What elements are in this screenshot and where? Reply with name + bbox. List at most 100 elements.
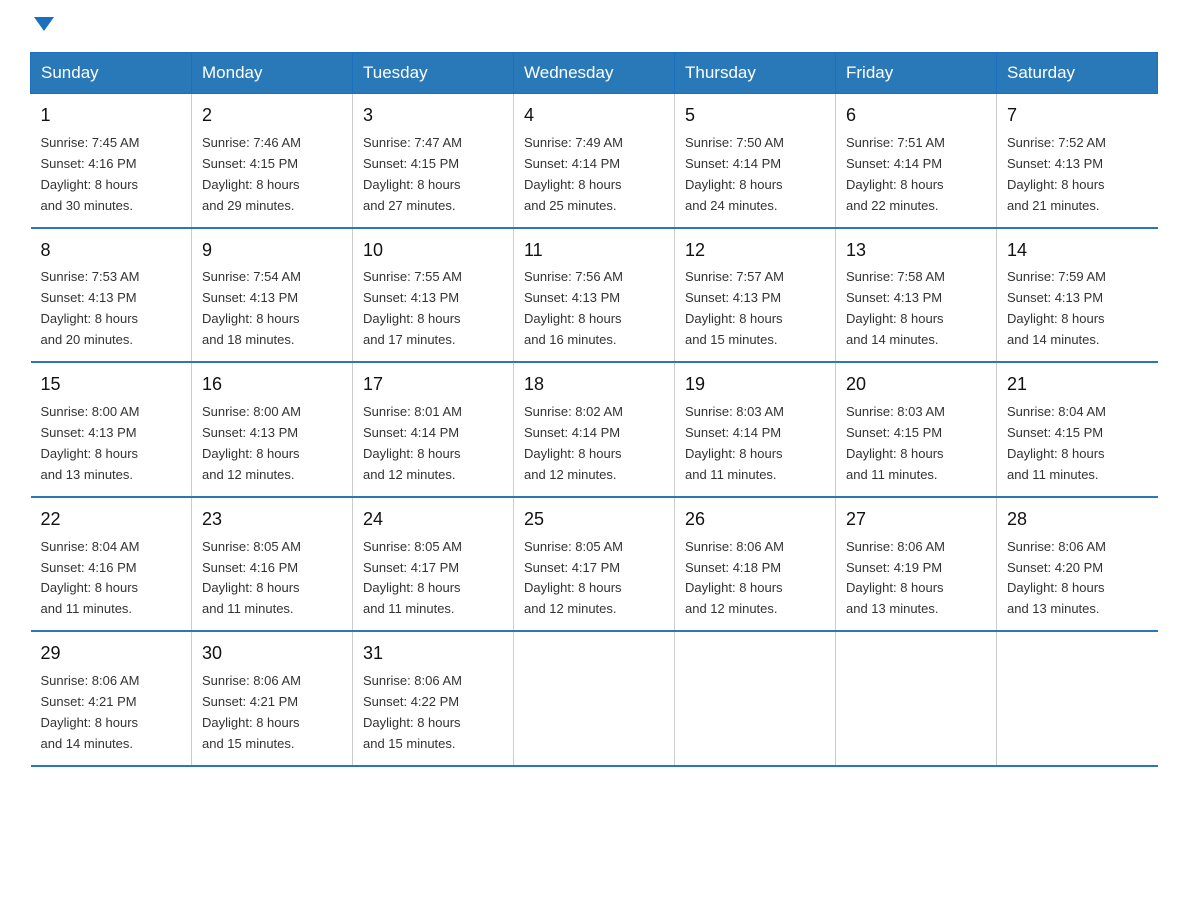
calendar-cell: 23 Sunrise: 8:05 AMSunset: 4:16 PMDaylig… <box>192 497 353 632</box>
calendar-cell: 27 Sunrise: 8:06 AMSunset: 4:19 PMDaylig… <box>836 497 997 632</box>
calendar-week-2: 8 Sunrise: 7:53 AMSunset: 4:13 PMDayligh… <box>31 228 1158 363</box>
day-info: Sunrise: 8:02 AMSunset: 4:14 PMDaylight:… <box>524 404 623 482</box>
calendar-cell: 31 Sunrise: 8:06 AMSunset: 4:22 PMDaylig… <box>353 631 514 766</box>
day-number: 26 <box>685 506 825 534</box>
day-number: 27 <box>846 506 986 534</box>
calendar-cell: 22 Sunrise: 8:04 AMSunset: 4:16 PMDaylig… <box>31 497 192 632</box>
day-info: Sunrise: 7:45 AMSunset: 4:16 PMDaylight:… <box>41 135 140 213</box>
day-info: Sunrise: 7:55 AMSunset: 4:13 PMDaylight:… <box>363 269 462 347</box>
day-number: 4 <box>524 102 664 130</box>
calendar-cell: 20 Sunrise: 8:03 AMSunset: 4:15 PMDaylig… <box>836 362 997 497</box>
day-number: 8 <box>41 237 182 265</box>
day-number: 23 <box>202 506 342 534</box>
calendar-cell: 16 Sunrise: 8:00 AMSunset: 4:13 PMDaylig… <box>192 362 353 497</box>
calendar-cell: 14 Sunrise: 7:59 AMSunset: 4:13 PMDaylig… <box>997 228 1158 363</box>
day-number: 1 <box>41 102 182 130</box>
col-tuesday: Tuesday <box>353 53 514 94</box>
calendar-header: Sunday Monday Tuesday Wednesday Thursday… <box>31 53 1158 94</box>
day-info: Sunrise: 8:06 AMSunset: 4:21 PMDaylight:… <box>41 673 140 751</box>
day-number: 11 <box>524 237 664 265</box>
day-number: 19 <box>685 371 825 399</box>
day-info: Sunrise: 8:05 AMSunset: 4:17 PMDaylight:… <box>363 539 462 617</box>
calendar-cell: 18 Sunrise: 8:02 AMSunset: 4:14 PMDaylig… <box>514 362 675 497</box>
day-info: Sunrise: 8:00 AMSunset: 4:13 PMDaylight:… <box>41 404 140 482</box>
day-info: Sunrise: 7:58 AMSunset: 4:13 PMDaylight:… <box>846 269 945 347</box>
day-info: Sunrise: 8:06 AMSunset: 4:19 PMDaylight:… <box>846 539 945 617</box>
calendar-cell: 29 Sunrise: 8:06 AMSunset: 4:21 PMDaylig… <box>31 631 192 766</box>
day-info: Sunrise: 8:03 AMSunset: 4:15 PMDaylight:… <box>846 404 945 482</box>
calendar-cell: 21 Sunrise: 8:04 AMSunset: 4:15 PMDaylig… <box>997 362 1158 497</box>
day-info: Sunrise: 7:53 AMSunset: 4:13 PMDaylight:… <box>41 269 140 347</box>
day-info: Sunrise: 7:56 AMSunset: 4:13 PMDaylight:… <box>524 269 623 347</box>
calendar-cell: 9 Sunrise: 7:54 AMSunset: 4:13 PMDayligh… <box>192 228 353 363</box>
day-number: 7 <box>1007 102 1148 130</box>
day-info: Sunrise: 8:06 AMSunset: 4:21 PMDaylight:… <box>202 673 301 751</box>
calendar-cell: 5 Sunrise: 7:50 AMSunset: 4:14 PMDayligh… <box>675 94 836 228</box>
day-number: 17 <box>363 371 503 399</box>
calendar-cell <box>836 631 997 766</box>
day-number: 14 <box>1007 237 1148 265</box>
day-number: 15 <box>41 371 182 399</box>
day-number: 25 <box>524 506 664 534</box>
col-saturday: Saturday <box>997 53 1158 94</box>
calendar-cell: 8 Sunrise: 7:53 AMSunset: 4:13 PMDayligh… <box>31 228 192 363</box>
day-info: Sunrise: 8:06 AMSunset: 4:20 PMDaylight:… <box>1007 539 1106 617</box>
calendar-cell: 6 Sunrise: 7:51 AMSunset: 4:14 PMDayligh… <box>836 94 997 228</box>
calendar-cell <box>997 631 1158 766</box>
day-number: 30 <box>202 640 342 668</box>
calendar-cell: 7 Sunrise: 7:52 AMSunset: 4:13 PMDayligh… <box>997 94 1158 228</box>
calendar-body: 1 Sunrise: 7:45 AMSunset: 4:16 PMDayligh… <box>31 94 1158 766</box>
calendar-cell <box>675 631 836 766</box>
day-info: Sunrise: 8:05 AMSunset: 4:16 PMDaylight:… <box>202 539 301 617</box>
calendar-cell <box>514 631 675 766</box>
page-header <box>30 20 1158 34</box>
day-number: 18 <box>524 371 664 399</box>
day-info: Sunrise: 8:06 AMSunset: 4:18 PMDaylight:… <box>685 539 784 617</box>
day-number: 22 <box>41 506 182 534</box>
day-info: Sunrise: 8:01 AMSunset: 4:14 PMDaylight:… <box>363 404 462 482</box>
day-info: Sunrise: 8:03 AMSunset: 4:14 PMDaylight:… <box>685 404 784 482</box>
day-info: Sunrise: 7:50 AMSunset: 4:14 PMDaylight:… <box>685 135 784 213</box>
day-info: Sunrise: 8:04 AMSunset: 4:16 PMDaylight:… <box>41 539 140 617</box>
calendar-cell: 17 Sunrise: 8:01 AMSunset: 4:14 PMDaylig… <box>353 362 514 497</box>
calendar-cell: 2 Sunrise: 7:46 AMSunset: 4:15 PMDayligh… <box>192 94 353 228</box>
day-info: Sunrise: 8:06 AMSunset: 4:22 PMDaylight:… <box>363 673 462 751</box>
day-number: 29 <box>41 640 182 668</box>
day-info: Sunrise: 7:46 AMSunset: 4:15 PMDaylight:… <box>202 135 301 213</box>
col-friday: Friday <box>836 53 997 94</box>
logo-top-row <box>30 20 54 34</box>
day-number: 5 <box>685 102 825 130</box>
calendar-table: Sunday Monday Tuesday Wednesday Thursday… <box>30 52 1158 767</box>
col-thursday: Thursday <box>675 53 836 94</box>
day-info: Sunrise: 7:49 AMSunset: 4:14 PMDaylight:… <box>524 135 623 213</box>
calendar-cell: 3 Sunrise: 7:47 AMSunset: 4:15 PMDayligh… <box>353 94 514 228</box>
day-number: 20 <box>846 371 986 399</box>
header-row: Sunday Monday Tuesday Wednesday Thursday… <box>31 53 1158 94</box>
logo <box>30 20 54 34</box>
day-number: 31 <box>363 640 503 668</box>
day-number: 24 <box>363 506 503 534</box>
calendar-week-3: 15 Sunrise: 8:00 AMSunset: 4:13 PMDaylig… <box>31 362 1158 497</box>
day-number: 13 <box>846 237 986 265</box>
day-number: 3 <box>363 102 503 130</box>
calendar-cell: 24 Sunrise: 8:05 AMSunset: 4:17 PMDaylig… <box>353 497 514 632</box>
day-info: Sunrise: 8:05 AMSunset: 4:17 PMDaylight:… <box>524 539 623 617</box>
day-number: 2 <box>202 102 342 130</box>
day-number: 9 <box>202 237 342 265</box>
day-info: Sunrise: 7:54 AMSunset: 4:13 PMDaylight:… <box>202 269 301 347</box>
calendar-week-4: 22 Sunrise: 8:04 AMSunset: 4:16 PMDaylig… <box>31 497 1158 632</box>
calendar-cell: 25 Sunrise: 8:05 AMSunset: 4:17 PMDaylig… <box>514 497 675 632</box>
calendar-week-1: 1 Sunrise: 7:45 AMSunset: 4:16 PMDayligh… <box>31 94 1158 228</box>
day-info: Sunrise: 7:51 AMSunset: 4:14 PMDaylight:… <box>846 135 945 213</box>
day-info: Sunrise: 7:52 AMSunset: 4:13 PMDaylight:… <box>1007 135 1106 213</box>
calendar-cell: 30 Sunrise: 8:06 AMSunset: 4:21 PMDaylig… <box>192 631 353 766</box>
day-info: Sunrise: 7:59 AMSunset: 4:13 PMDaylight:… <box>1007 269 1106 347</box>
calendar-cell: 28 Sunrise: 8:06 AMSunset: 4:20 PMDaylig… <box>997 497 1158 632</box>
col-sunday: Sunday <box>31 53 192 94</box>
calendar-cell: 1 Sunrise: 7:45 AMSunset: 4:16 PMDayligh… <box>31 94 192 228</box>
calendar-cell: 10 Sunrise: 7:55 AMSunset: 4:13 PMDaylig… <box>353 228 514 363</box>
day-info: Sunrise: 7:57 AMSunset: 4:13 PMDaylight:… <box>685 269 784 347</box>
day-number: 6 <box>846 102 986 130</box>
calendar-cell: 19 Sunrise: 8:03 AMSunset: 4:14 PMDaylig… <box>675 362 836 497</box>
calendar-cell: 11 Sunrise: 7:56 AMSunset: 4:13 PMDaylig… <box>514 228 675 363</box>
